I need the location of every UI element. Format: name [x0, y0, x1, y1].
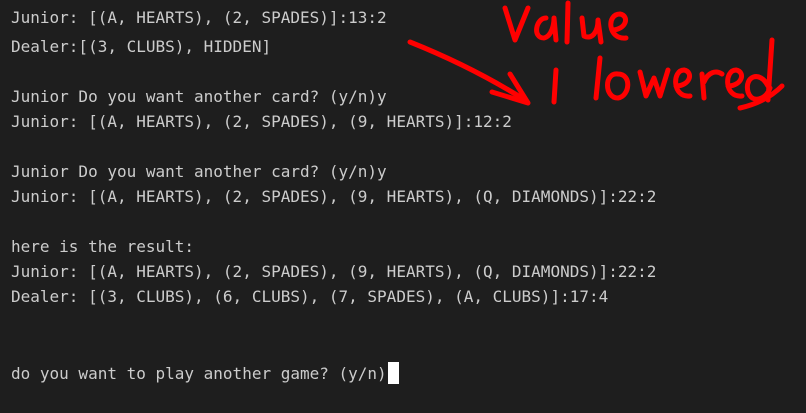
terminal-window[interactable]: Junior: [(A, HEARTS), (2, SPADES)]:13:2 … [0, 0, 806, 413]
output-line-junior-hand-four-cards: Junior: [(A, HEARTS), (2, SPADES), (9, H… [11, 187, 657, 206]
output-line-another-card-prompt-1: Junior Do you want another card? (y/n)y [11, 87, 387, 106]
text-cursor [387, 362, 399, 384]
arrow-head [489, 71, 531, 106]
handwritten-word-value [502, 0, 629, 45]
output-line-junior-hand-three-cards: Junior: [(A, HEARTS), (2, SPADES), (9, H… [11, 112, 512, 131]
input-prompt-line[interactable]: do you want to play another game? (y/n) [11, 362, 399, 384]
output-line-junior-initial-hand: Junior: [(A, HEARTS), (2, SPADES)]:13:2 [11, 8, 387, 27]
output-line-junior-final-hand: Junior: [(A, HEARTS), (2, SPADES), (9, H… [11, 262, 657, 281]
output-line-another-card-prompt-2: Junior Do you want another card? (y/n)y [11, 162, 387, 181]
output-line-dealer-final-hand: Dealer: [(3, CLUBS), (6, CLUBS), (7, SPA… [11, 287, 609, 306]
play-again-prompt: do you want to play another game? (y/n) [11, 364, 387, 383]
handwritten-word-lowered [551, 37, 775, 105]
output-line-dealer-initial-hand: Dealer:[(3, CLUBS), HIDDEN] [11, 37, 272, 56]
arrow-shaft [407, 39, 528, 103]
underline-stroke [737, 83, 785, 111]
output-line-result-header: here is the result: [11, 237, 195, 256]
